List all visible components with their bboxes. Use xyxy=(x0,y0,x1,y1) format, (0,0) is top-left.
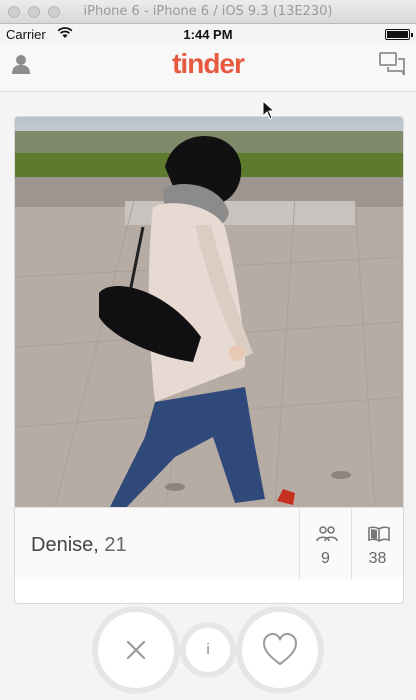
card-info-bar: Denise, 21 9 38 xyxy=(15,507,403,580)
common-friends-count: 9 xyxy=(321,550,330,567)
status-bar: Carrier 1:44 PM xyxy=(0,24,416,44)
info-icon: i xyxy=(206,641,210,658)
profile-card[interactable]: Denise, 21 9 38 xyxy=(14,116,404,604)
heart-icon xyxy=(262,632,298,666)
common-friends-stat[interactable]: 9 xyxy=(299,508,351,580)
simulator-window: iPhone 6 - iPhone 6 / iOS 9.3 (13E230) C… xyxy=(0,0,416,700)
nav-bar: tinder xyxy=(0,44,416,92)
tinder-logo: tinder xyxy=(172,48,245,79)
messages-icon[interactable] xyxy=(378,50,406,78)
dislike-button[interactable] xyxy=(92,606,180,694)
profile-name: Denise, xyxy=(31,534,99,556)
profile-photo xyxy=(15,117,403,507)
window-title: iPhone 6 - iPhone 6 / iOS 9.3 (13E230) xyxy=(83,4,333,19)
battery-icon xyxy=(385,29,413,40)
profile-photo-image xyxy=(15,117,403,507)
action-bar: i xyxy=(0,604,416,700)
common-interests-count: 38 xyxy=(368,550,387,567)
friends-icon xyxy=(316,526,338,542)
profile-name-age: Denise, 21 xyxy=(31,534,127,557)
close-icon xyxy=(126,640,146,660)
mouse-pointer-icon xyxy=(262,100,276,120)
like-button[interactable] xyxy=(236,606,324,694)
clock: 1:44 PM xyxy=(183,27,233,42)
phone-screen: Carrier 1:44 PM tinder Denise, 21 9 38 i xyxy=(0,24,416,700)
book-icon xyxy=(368,526,390,542)
profile-age: 21 xyxy=(104,534,127,556)
window-titlebar: iPhone 6 - iPhone 6 / iOS 9.3 (13E230) xyxy=(0,0,416,24)
info-button[interactable]: i xyxy=(180,622,236,678)
common-interests-stat[interactable]: 38 xyxy=(351,508,403,580)
